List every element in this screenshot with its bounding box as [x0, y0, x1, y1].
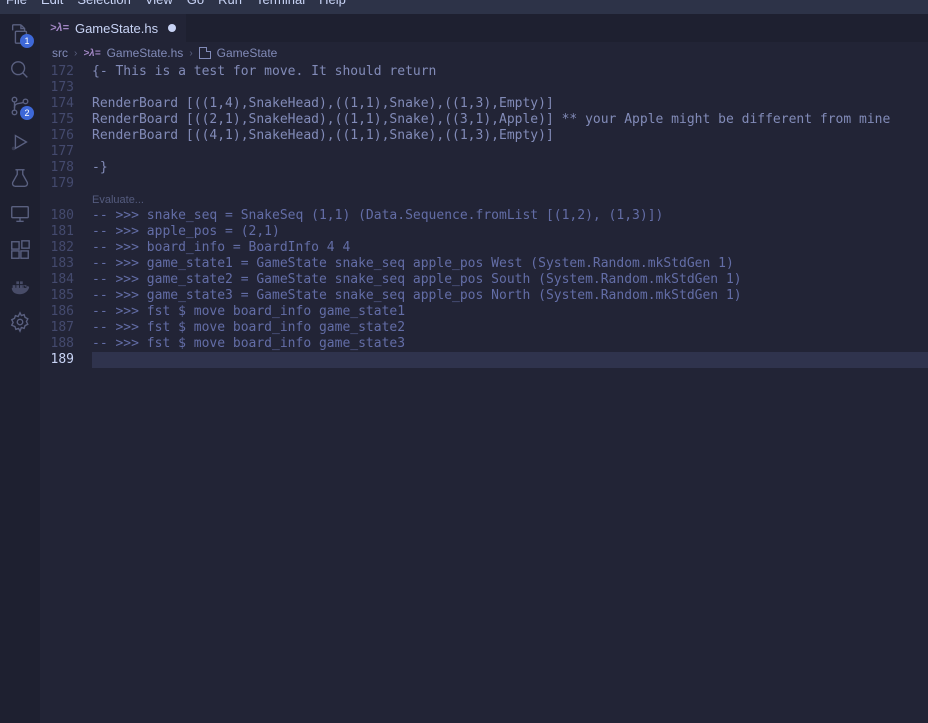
menu-run[interactable]: Run [218, 0, 242, 5]
explorer-icon[interactable]: 1 [8, 22, 32, 46]
line-number: 186 [40, 304, 74, 320]
code-lines[interactable]: {- This is a test for move. It should re… [92, 64, 928, 723]
breadcrumbs[interactable]: src › >λ= GameState.hs › GameState [40, 42, 928, 64]
code-line[interactable]: -- >>> fst $ move board_info game_state3 [92, 336, 928, 352]
menu-help[interactable]: Help [319, 0, 346, 5]
menu-view[interactable]: View [145, 0, 173, 5]
menu-terminal[interactable]: Terminal [256, 0, 305, 5]
line-number-blank [40, 192, 74, 208]
menubar: File Edit Selection View Go Run Terminal… [0, 0, 928, 14]
settings-gear-icon[interactable] [8, 310, 32, 334]
line-number: 177 [40, 144, 74, 160]
main-area: 1 2 >λ= GameState. [0, 14, 928, 723]
chevron-right-icon: › [74, 48, 77, 59]
code-line[interactable] [92, 80, 928, 96]
testing-icon[interactable] [8, 166, 32, 190]
code-line[interactable] [92, 176, 928, 192]
line-number: 174 [40, 96, 74, 112]
breadcrumb-symbol[interactable]: GameState [217, 46, 278, 60]
editor-tabs: >λ= GameState.hs [40, 14, 928, 42]
menu-edit[interactable]: Edit [41, 0, 63, 5]
code-line[interactable]: -- >>> game_state2 = GameState snake_seq… [92, 272, 928, 288]
line-number: 172 [40, 64, 74, 80]
line-number: 183 [40, 256, 74, 272]
code-line[interactable]: -- >>> snake_seq = SnakeSeq (1,1) (Data.… [92, 208, 928, 224]
chevron-right-icon: › [189, 48, 192, 59]
line-number: 178 [40, 160, 74, 176]
code-line[interactable]: -- >>> apple_pos = (2,1) [92, 224, 928, 240]
search-icon[interactable] [8, 58, 32, 82]
remote-icon[interactable] [8, 202, 32, 226]
code-line[interactable] [92, 144, 928, 160]
dirty-indicator-icon [168, 24, 176, 32]
line-number: 184 [40, 272, 74, 288]
code-line[interactable] [92, 352, 928, 368]
haskell-icon: >λ= [50, 22, 69, 34]
line-number: 175 [40, 112, 74, 128]
tab-gamestate[interactable]: >λ= GameState.hs [40, 14, 186, 42]
scm-badge: 2 [20, 106, 34, 120]
line-number: 176 [40, 128, 74, 144]
code-line[interactable]: RenderBoard [((1,4),SnakeHead),((1,1),Sn… [92, 96, 928, 112]
line-number-gutter: 1721731741751761771781791801811821831841… [40, 64, 92, 723]
editor-area: >λ= GameState.hs src › >λ= GameState.hs … [40, 14, 928, 723]
line-number: 188 [40, 336, 74, 352]
code-line[interactable]: -- >>> game_state3 = GameState snake_seq… [92, 288, 928, 304]
line-number: 189 [40, 352, 74, 368]
line-number: 187 [40, 320, 74, 336]
breadcrumb-file[interactable]: GameState.hs [107, 46, 184, 60]
line-number: 180 [40, 208, 74, 224]
tab-label: GameState.hs [75, 21, 158, 36]
menu-file[interactable]: File [6, 0, 27, 5]
line-number: 179 [40, 176, 74, 192]
code-line[interactable]: RenderBoard [((2,1),SnakeHead),((1,1),Sn… [92, 112, 928, 128]
menu-selection[interactable]: Selection [77, 0, 130, 5]
code-line[interactable]: RenderBoard [((4,1),SnakeHead),((1,1),Sn… [92, 128, 928, 144]
line-number: 182 [40, 240, 74, 256]
code-editor[interactable]: 1721731741751761771781791801811821831841… [40, 64, 928, 723]
docker-icon[interactable] [8, 274, 32, 298]
code-line[interactable]: -} [92, 160, 928, 176]
line-number: 173 [40, 80, 74, 96]
symbol-file-icon [199, 47, 211, 59]
source-control-icon[interactable]: 2 [8, 94, 32, 118]
debug-icon[interactable] [8, 130, 32, 154]
line-number: 185 [40, 288, 74, 304]
line-number: 181 [40, 224, 74, 240]
haskell-icon: >λ= [83, 48, 100, 59]
codelens-evaluate[interactable]: Evaluate... [92, 192, 928, 208]
code-line[interactable]: {- This is a test for move. It should re… [92, 64, 928, 80]
code-line[interactable]: -- >>> fst $ move board_info game_state2 [92, 320, 928, 336]
breadcrumb-src[interactable]: src [52, 46, 68, 60]
code-line[interactable]: -- >>> board_info = BoardInfo 4 4 [92, 240, 928, 256]
explorer-badge: 1 [20, 34, 34, 48]
code-line[interactable]: -- >>> game_state1 = GameState snake_seq… [92, 256, 928, 272]
code-line[interactable]: -- >>> fst $ move board_info game_state1 [92, 304, 928, 320]
activitybar: 1 2 [0, 14, 40, 723]
menu-go[interactable]: Go [187, 0, 204, 5]
extensions-icon[interactable] [8, 238, 32, 262]
